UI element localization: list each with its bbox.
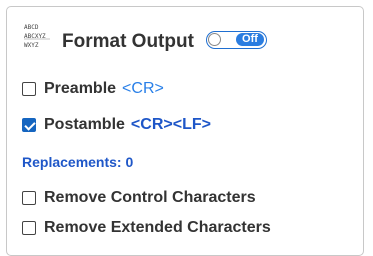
remove-control-checkbox[interactable] [22,191,36,205]
preamble-checkbox[interactable] [22,82,36,96]
format-output-panel: ABCD ABCXYZ WXYZ Format Output Off Pream… [6,6,364,256]
postamble-row[interactable]: Postamble <CR><LF> [22,116,211,134]
remove-extended-row[interactable]: Remove Extended Characters [22,219,271,237]
toggle-knob [207,33,221,46]
preamble-row[interactable]: Preamble <CR> [22,80,164,98]
panel-title: Format Output [62,31,194,52]
preamble-value[interactable]: <CR> [122,80,164,98]
preamble-label: Preamble [44,80,117,97]
remove-control-label: Remove Control Characters [44,189,256,206]
replacements-link[interactable]: Replacements: 0 [22,154,133,170]
postamble-checkbox[interactable] [22,118,36,132]
svg-text:ABCD: ABCD [24,24,39,31]
postamble-label: Postamble [44,116,125,133]
format-text-icon: ABCD ABCXYZ WXYZ [22,23,52,53]
remove-extended-label: Remove Extended Characters [44,219,271,236]
postamble-value[interactable]: <CR><LF> [131,116,211,134]
toggle-state-label: Off [236,33,264,46]
panel-header: ABCD ABCXYZ WXYZ Format Output Off [20,21,267,55]
remove-extended-checkbox[interactable] [22,221,36,235]
format-output-toggle[interactable]: Off [205,31,267,49]
remove-control-row[interactable]: Remove Control Characters [22,189,256,207]
svg-text:WXYZ: WXYZ [24,42,39,49]
